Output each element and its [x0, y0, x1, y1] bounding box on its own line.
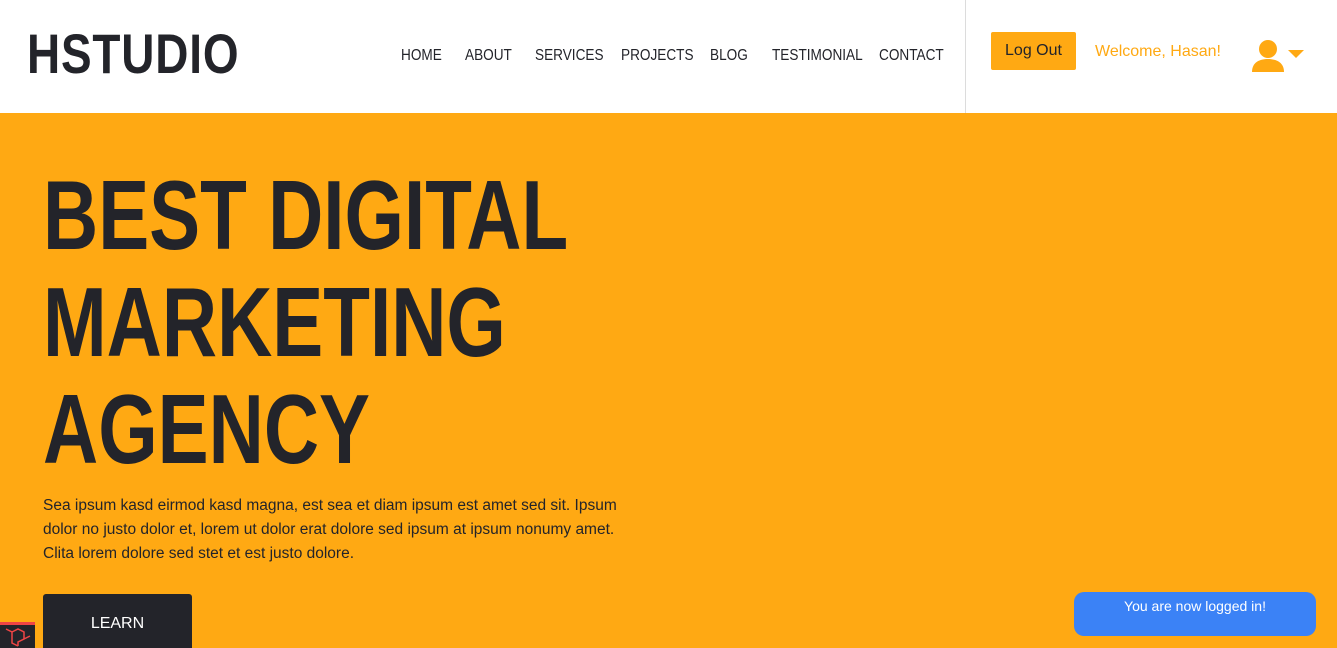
caret-down-icon — [1288, 50, 1304, 58]
nav-contact[interactable]: CONTACT — [879, 46, 944, 66]
site-logo[interactable]: HSTUDIO — [27, 22, 239, 86]
nav-about[interactable]: ABOUT — [465, 46, 525, 66]
hero-title-line: AGENCY — [43, 374, 371, 484]
header-divider — [965, 0, 966, 113]
learn-button[interactable]: LEARN — [43, 594, 192, 648]
logout-button[interactable]: Log Out — [991, 32, 1076, 70]
main-nav: HOME ABOUT SERVICES PROJECTS BLOG TESTIM… — [401, 46, 949, 66]
hero-title-line: BEST DIGITAL — [43, 160, 569, 270]
laravel-icon[interactable] — [0, 622, 35, 648]
login-toast: You are now logged in! — [1074, 592, 1316, 636]
user-menu-toggle[interactable] — [1250, 38, 1306, 74]
hero-title-line: MARKETING — [43, 267, 506, 377]
nav-testimonial[interactable]: TESTIMONIAL — [772, 46, 863, 66]
nav-home[interactable]: HOME — [401, 46, 455, 66]
hero-description: Sea ipsum kasd eirmod kasd magna, est se… — [43, 497, 617, 562]
nav-projects[interactable]: PROJECTS — [621, 46, 697, 66]
welcome-message: Welcome, Hasan! — [1095, 43, 1221, 60]
user-icon — [1252, 40, 1284, 72]
top-navbar: HSTUDIO HOME ABOUT SERVICES PROJECTS BLO… — [0, 0, 1337, 113]
nav-services[interactable]: SERVICES — [535, 46, 608, 66]
hero-title: BEST DIGITAL MARKETING AGENCY — [43, 162, 568, 483]
nav-blog[interactable]: BLOG — [710, 46, 763, 66]
